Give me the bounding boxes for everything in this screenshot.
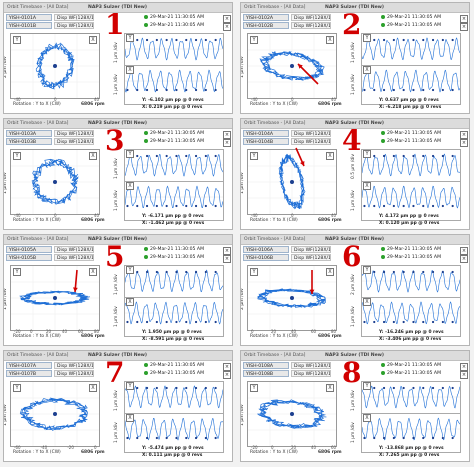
arrow-head: [309, 289, 315, 294]
annotation-arrow: [309, 270, 315, 294]
